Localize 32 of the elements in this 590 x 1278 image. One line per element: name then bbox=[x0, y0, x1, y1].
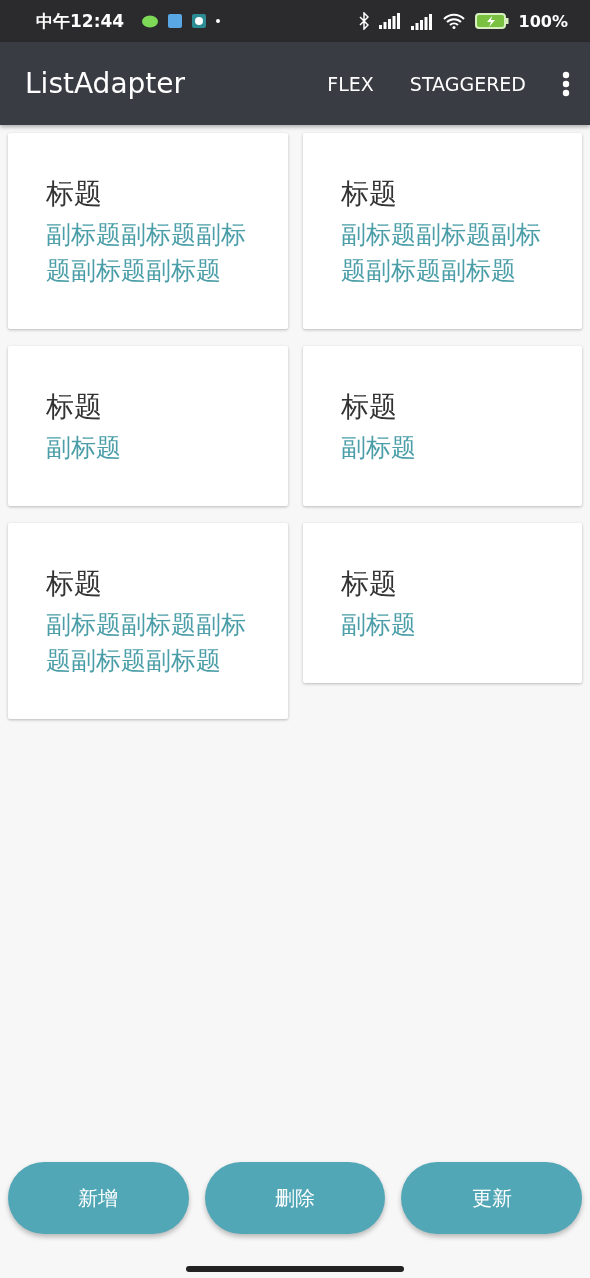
card-title: 标题 bbox=[46, 176, 103, 212]
toolbar-action[interactable]: STAGGERED bbox=[409, 72, 526, 95]
card-title: 标题 bbox=[340, 389, 398, 425]
battery-icon bbox=[474, 13, 509, 29]
app-icon bbox=[168, 14, 183, 28]
dot-icon bbox=[216, 19, 221, 23]
list-card[interactable]: 标题 副标题副标题副标题副标题副标题 bbox=[8, 133, 288, 329]
battery-percent: 100% bbox=[518, 11, 568, 31]
signal-icon bbox=[378, 13, 401, 29]
card-title: 标题 bbox=[46, 389, 103, 425]
toolbar-action[interactable]: FLEX bbox=[327, 72, 374, 95]
list-card[interactable]: 标题 副标题 bbox=[302, 523, 582, 683]
bluetooth-icon bbox=[358, 12, 369, 30]
signal-icon bbox=[410, 12, 433, 30]
card-subtitle: 副标题 bbox=[340, 432, 417, 464]
card-title: 标题 bbox=[340, 566, 398, 602]
card-subtitle: 副标题 bbox=[46, 432, 122, 464]
list-card[interactable]: 标题 副标题 bbox=[8, 346, 288, 506]
status-time: 中午12:44 bbox=[36, 9, 125, 33]
card-title: 标题 bbox=[340, 176, 398, 212]
app-title: ListAdapter bbox=[25, 67, 187, 100]
card-subtitle: 副标题 bbox=[340, 609, 417, 641]
card-subtitle: 副标题副标题副标题副标题副标题 bbox=[340, 219, 541, 287]
wifi-icon bbox=[442, 13, 465, 29]
card-subtitle: 副标题副标题副标题副标题副标题 bbox=[46, 609, 246, 677]
list-card[interactable]: 标题 副标题副标题副标题副标题副标题 bbox=[302, 133, 582, 329]
app-icon bbox=[192, 14, 207, 28]
card-subtitle: 副标题副标题副标题副标题副标题 bbox=[46, 219, 246, 287]
card-title: 标题 bbox=[46, 566, 103, 602]
more-menu-icon[interactable] bbox=[562, 70, 570, 97]
list-card[interactable]: 标题 副标题 bbox=[302, 346, 582, 506]
list-card[interactable]: 标题 副标题副标题副标题副标题副标题 bbox=[8, 523, 288, 719]
